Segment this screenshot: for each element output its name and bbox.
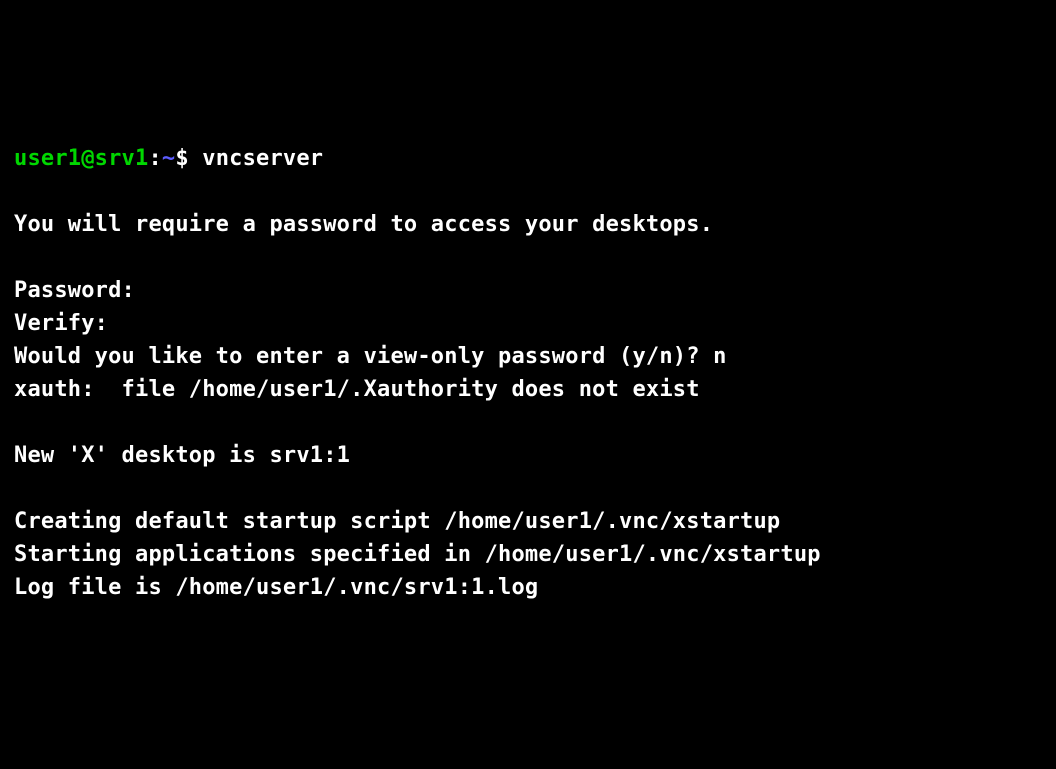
prompt-symbol: $ [175,146,202,171]
prompt-userhost: user1@srv1 [14,146,148,171]
prompt-separator: : [148,146,161,171]
prompt-path: ~ [162,146,175,171]
output-starting-apps: Starting applications specified in /home… [14,542,821,567]
output-xauth-message: xauth: file /home/user1/.Xauthority does… [14,377,700,402]
output-new-desktop: New 'X' desktop is srv1:1 [14,443,350,468]
output-require-password: You will require a password to access yo… [14,212,713,237]
output-view-only-question: Would you like to enter a view-only pass… [14,344,727,369]
output-log-file: Log file is /home/user1/.vnc/srv1:1.log [14,575,538,600]
output-creating-startup: Creating default startup script /home/us… [14,509,780,534]
output-password-prompt: Password: [14,278,135,303]
terminal-output[interactable]: user1@srv1:~$ vncserver You will require… [14,142,1042,604]
command-text: vncserver [202,146,323,171]
output-verify-prompt: Verify: [14,311,108,336]
